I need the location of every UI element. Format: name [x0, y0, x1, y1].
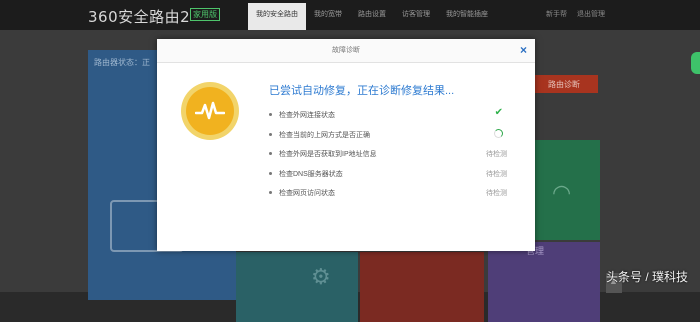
tab-guest-management[interactable]: 访客管理 — [394, 0, 438, 30]
close-icon[interactable]: × — [520, 42, 527, 58]
bullet — [269, 152, 272, 155]
top-nav-bar: 360安全路由2 家用版 我的安全路由 我的宽带 路由设置 访客管理 我的智能插… — [0, 0, 700, 30]
check-item-dns: 检查DNS服务器状态 待检测 — [269, 165, 515, 185]
check-label: 检查网页访问状态 — [279, 190, 335, 197]
check-item-connection-mode: 检查当前的上网方式是否正确 — [269, 126, 515, 146]
settings-tile[interactable]: ⚙ — [236, 252, 358, 322]
router-diagnosis-label: 路由诊断 — [548, 80, 580, 89]
bullet — [269, 191, 272, 194]
header-links: 新手帮 退出管理 — [541, 0, 610, 30]
tab-broadband[interactable]: 我的宽带 — [306, 0, 350, 30]
tab-my-router[interactable]: 我的安全路由 — [248, 3, 306, 30]
router-status-label: 路由器状态：正 — [94, 58, 150, 67]
bullet — [269, 132, 272, 136]
side-feedback-tab[interactable] — [691, 52, 700, 74]
checkmark-icon: ✔ — [494, 107, 503, 118]
check-item-wan-connection: 检查外网连接状态 ✔ — [269, 106, 515, 126]
bullet — [269, 113, 272, 116]
spinner-icon — [494, 128, 503, 138]
bullet — [269, 171, 272, 175]
check-label: 检查外网连接状态 — [279, 112, 335, 119]
main-nav-tabs: 我的安全路由 我的宽带 路由设置 访客管理 我的智能插座 — [248, 0, 496, 30]
diagnosis-status-heading: 已尝试自动修复，正在诊断修复结果... — [269, 85, 455, 97]
dialog-title: 故障诊断 — [332, 47, 360, 54]
pulse-line — [195, 101, 225, 120]
diagnosis-pulse-icon — [181, 82, 239, 140]
check-status: 待检测 — [486, 170, 507, 178]
wifi-tile[interactable]: ◠ — [530, 140, 600, 240]
check-status: 待检测 — [486, 151, 507, 158]
tab-smart-plug[interactable]: 我的智能插座 — [438, 0, 496, 30]
watermark: 头条号 / 璞科技 — [606, 270, 689, 284]
diagnosis-dialog: 故障诊断 × 已尝试自动修复，正在诊断修复结果... 检查外网连接状态 ✔ 检查… — [157, 39, 535, 251]
device-tile[interactable] — [360, 252, 484, 322]
check-list: 检查外网连接状态 ✔ 检查当前的上网方式是否正确 检查外网是否获取到IP地址信息… — [269, 106, 515, 204]
help-link[interactable]: 新手帮 — [541, 0, 572, 30]
logout-link[interactable]: 退出管理 — [572, 0, 610, 30]
check-label: 检查DNS服务器状态 — [279, 170, 343, 178]
check-label: 检查当前的上网方式是否正确 — [279, 131, 370, 139]
check-item-wan-ip: 检查外网是否获取到IP地址信息 待检测 — [269, 145, 515, 165]
wifi-icon: ◠ — [552, 180, 572, 205]
router-diagnosis-tile[interactable]: 路由诊断 — [526, 75, 598, 93]
check-label: 检查外网是否获取到IP地址信息 — [279, 151, 377, 158]
gear-icon: ⚙ — [311, 264, 331, 289]
check-status: 待检测 — [486, 190, 507, 197]
dialog-header: 故障诊断 × — [157, 39, 535, 63]
brand-logo: 360安全路由2 — [88, 8, 191, 26]
edition-badge: 家用版 — [190, 8, 220, 21]
check-item-web-access: 检查网页访问状态 待检测 — [269, 184, 515, 204]
management-tile[interactable]: 管理 — [488, 242, 600, 322]
tab-router-settings[interactable]: 路由设置 — [350, 0, 394, 30]
